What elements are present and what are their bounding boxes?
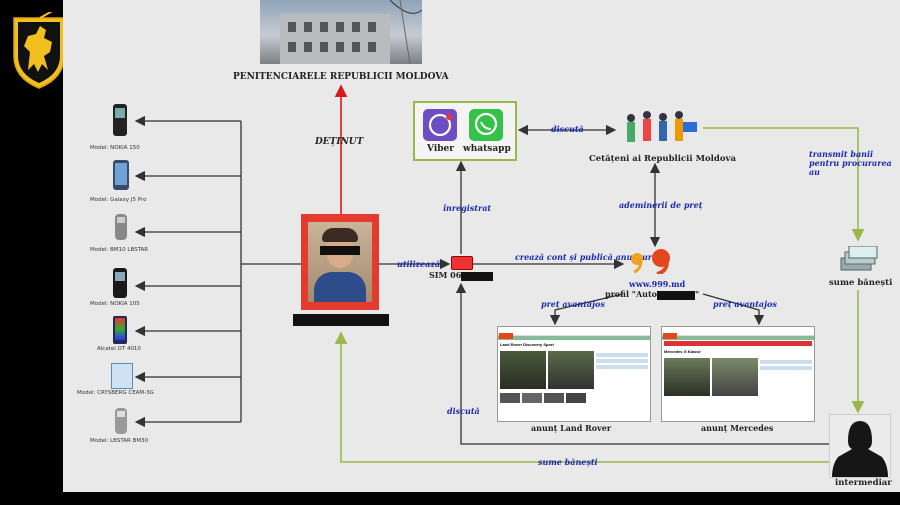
prison-title: PENITENCIARELE REPUBLICII MOLDOVA [233,72,449,82]
sim-number-prefix: SIM 06 [429,270,462,280]
phone-crysberg-icon [111,363,133,389]
phone-bm10-icon [115,214,127,240]
phone-alcatel-icon [113,316,127,344]
utilizeaza-label: utilizează [397,259,441,269]
phone-model-label: Model: CRYSBERG CEAM-3G [77,390,154,396]
discuta-top-label: discută [551,124,584,134]
middleman-label: intermediar [835,478,892,488]
site-profile-label: profil "Auto " [605,289,699,300]
citizens-crowd-icon [617,108,699,150]
sume-banesti-bottom-label: sume bănești [538,457,598,467]
phone-nokia-150-icon [113,104,127,136]
coat-of-arms-logo [13,12,65,89]
middleman-silhouette-icon [829,414,891,478]
phone-model-label: Model: BM10 LBSTAR [90,247,149,253]
phones-bus [134,115,301,428]
phone-model-label: Model: LBSTAR BM30 [90,438,149,444]
suspect-name-redacted [293,314,389,326]
site-999-logo-icon [629,248,675,276]
mercedes-ad-heading: Mercedes G Klasse [664,349,701,354]
sim-label: SIM 06 [429,270,494,281]
ademinerii-label: ademinerii de preț [619,200,703,210]
mercedes-ad-label: anunț Mercedes [701,423,774,433]
money-label: sume bănești [829,278,893,288]
phone-lbstar-icon [115,408,127,434]
transmit-banii-text: transmit banii pentru procurarea au [809,149,892,177]
citizens-title: Cetățeni ai Republicii Moldova [589,154,736,164]
sim-card-icon [451,256,473,270]
land-rover-ad-label: anunț Land Rover [531,423,612,433]
whatsapp-icon [469,109,503,141]
phone-nokia-105-icon [113,268,127,298]
site-url: www.999.md [629,279,686,289]
discuta-bottom-label: discută [447,406,480,416]
transmit-banii-label: transmit banii pentru procurarea au [809,150,899,177]
inregistrat-label: înregistrat [443,203,492,213]
phone-model-label: Model: Galaxy J5 Pro [90,197,147,203]
pret-avantajos-right-label: preț avantajos [713,299,777,309]
viber-icon [423,109,457,141]
suspect-photo-frame [301,214,379,310]
phone-model-label: Alcatel OT 4010 [97,346,141,352]
phone-galaxy-icon [113,160,129,190]
phone-model-label: Model: NOKIA 150 [90,145,140,151]
land-rover-ad-heading: Land Rover Discovery Sport [500,342,554,347]
pret-avantajos-left-label: preț avantajos [541,299,605,309]
detinut-label: DEȚINUT [315,137,364,147]
profile-text-end: " [695,289,700,299]
viber-label: Viber [427,144,455,154]
money-stack-icon [839,245,879,274]
messenger-apps-box: Viber whatsapp [413,101,517,161]
sim-number-redacted [461,271,494,281]
land-rover-ad-screenshot: Land Rover Discovery Sport [497,326,651,422]
creaza-cont-label: crează cont și publică anunțuri [515,253,655,262]
profile-text: profil "Auto [605,289,658,299]
prison-photo [260,0,422,64]
diagram-canvas: PENITENCIARELE REPUBLICII MOLDOVA DEȚINU… [63,0,900,492]
mercedes-ad-screenshot: Mercedes G Klasse [661,326,815,422]
phone-model-label: Model: NOKIA 105 [90,301,140,307]
whatsapp-label: whatsapp [463,144,511,154]
profile-name-redacted [657,290,696,300]
